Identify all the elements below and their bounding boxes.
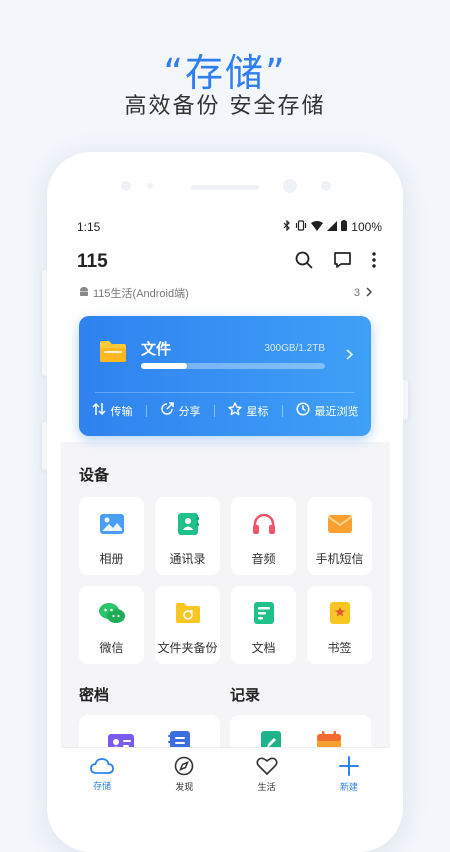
file-card-title: 文件 — [141, 341, 172, 358]
tile-label: 文档 — [251, 641, 276, 655]
share-button[interactable]: 分享 — [160, 402, 201, 419]
tile-label: 通讯录 — [169, 552, 206, 566]
chevron-right-icon — [346, 347, 354, 365]
tab-label: 发现 — [175, 781, 194, 792]
clock-icon — [295, 402, 310, 419]
search-icon[interactable] — [295, 251, 313, 274]
device-row[interactable]: 115生活(Android端) 3 — [61, 278, 390, 308]
wechat-icon — [98, 601, 126, 630]
divider — [145, 404, 147, 417]
transfer-label: 传输 — [110, 405, 133, 418]
status-bar: 1:15 100% — [61, 208, 390, 246]
bottom-tab-bar: 存储 发现 生活 新建 — [61, 748, 390, 800]
message-icon — [327, 512, 353, 541]
devices-section: 设备 相册 通讯录 音频 手机短信 微信 文件夹备份 文档 书签 — [61, 442, 390, 664]
vault-section-title: 密档 — [79, 687, 110, 704]
plus-icon — [338, 755, 359, 778]
transfer-icon — [91, 402, 106, 419]
devices-grid: 相册 通讯录 音频 手机短信 微信 文件夹备份 文档 书签 — [79, 497, 372, 664]
status-time: 1:15 — [77, 220, 101, 234]
app-screen: 1:15 100% 115 115生活(Android端) 3 文件 300GB… — [61, 208, 390, 800]
vibrate-icon — [295, 220, 307, 234]
phone-sensor — [321, 181, 331, 191]
phone-speaker — [191, 185, 259, 190]
app-bar: 115 — [61, 246, 390, 278]
file-card-wrapper: 文件 300GB/1.2TB 传输 分享 星标 最近浏览 — [61, 308, 390, 442]
device-tile-audio[interactable]: 音频 — [231, 497, 296, 575]
heart-icon — [256, 756, 278, 778]
tile-label: 文件夹备份 — [157, 641, 218, 655]
device-tile-bookmarks[interactable]: 书签 — [307, 586, 372, 664]
storage-progress-bar — [141, 363, 325, 369]
tab-label: 存储 — [93, 780, 112, 791]
device-tile-wechat[interactable]: 微信 — [79, 586, 144, 664]
star-button[interactable]: 星标 — [227, 402, 269, 419]
bluetooth-icon — [283, 219, 291, 234]
tile-label: 相册 — [99, 552, 124, 566]
contacts-icon — [175, 512, 201, 541]
device-label: 115生活(Android端) — [93, 288, 189, 300]
phone-camera — [283, 179, 297, 193]
devices-section-title: 设备 — [79, 467, 110, 484]
storage-progress-fill — [141, 363, 187, 369]
tile-label: 音频 — [251, 552, 276, 566]
device-tile-documents[interactable]: 文档 — [231, 586, 296, 664]
tab-new[interactable]: 新建 — [319, 755, 379, 793]
share-icon — [160, 402, 174, 419]
cloud-icon — [90, 757, 115, 777]
star-label: 星标 — [246, 405, 269, 418]
recent-button[interactable]: 最近浏览 — [295, 402, 359, 419]
tile-label: 书签 — [327, 641, 352, 655]
album-icon — [99, 512, 125, 541]
transfer-button[interactable]: 传输 — [91, 402, 133, 419]
device-tile-sms[interactable]: 手机短信 — [307, 497, 372, 575]
records-section-title: 记录 — [230, 687, 261, 704]
divider — [281, 404, 283, 417]
divider — [95, 392, 355, 393]
phone-sensor — [147, 183, 153, 189]
tab-label: 生活 — [257, 781, 276, 792]
promo-subline: 高效备份 安全存储 — [124, 94, 326, 119]
tab-discover[interactable]: 发现 — [154, 756, 214, 793]
folder-backup-icon — [175, 601, 201, 630]
divider — [213, 404, 215, 417]
battery-level: 100% — [351, 220, 382, 234]
share-label: 分享 — [178, 405, 201, 418]
android-icon — [79, 286, 89, 300]
phone-sensor — [121, 181, 131, 191]
tab-life[interactable]: 生活 — [237, 756, 297, 793]
star-icon — [227, 402, 242, 419]
document-icon — [251, 601, 277, 630]
bookmark-icon — [327, 601, 353, 630]
tile-label: 手机短信 — [315, 552, 364, 566]
device-tile-contacts[interactable]: 通讯录 — [155, 497, 220, 575]
compass-icon — [174, 756, 194, 778]
storage-usage: 300GB/1.2TB — [264, 343, 325, 354]
app-title: 115 — [77, 251, 108, 272]
signal-icon — [327, 220, 338, 234]
more-options-icon[interactable] — [372, 251, 376, 273]
tab-storage[interactable]: 存储 — [72, 757, 132, 792]
recent-label: 最近浏览 — [314, 405, 359, 418]
device-tile-album[interactable]: 相册 — [79, 497, 144, 575]
battery-icon — [341, 220, 348, 234]
chevron-right-icon — [366, 286, 373, 300]
device-tile-folder-backup[interactable]: 文件夹备份 — [155, 586, 220, 664]
folder-icon — [99, 339, 127, 368]
chat-icon[interactable] — [333, 251, 352, 274]
wifi-icon — [311, 220, 324, 234]
tile-label: 微信 — [99, 641, 124, 655]
file-card[interactable]: 文件 300GB/1.2TB 传输 分享 星标 最近浏览 — [79, 316, 371, 436]
device-count: 3 — [353, 287, 360, 299]
headphones-icon — [251, 512, 277, 541]
file-card-actions: 传输 分享 星标 最近浏览 — [79, 402, 371, 419]
tab-label: 新建 — [339, 781, 358, 792]
